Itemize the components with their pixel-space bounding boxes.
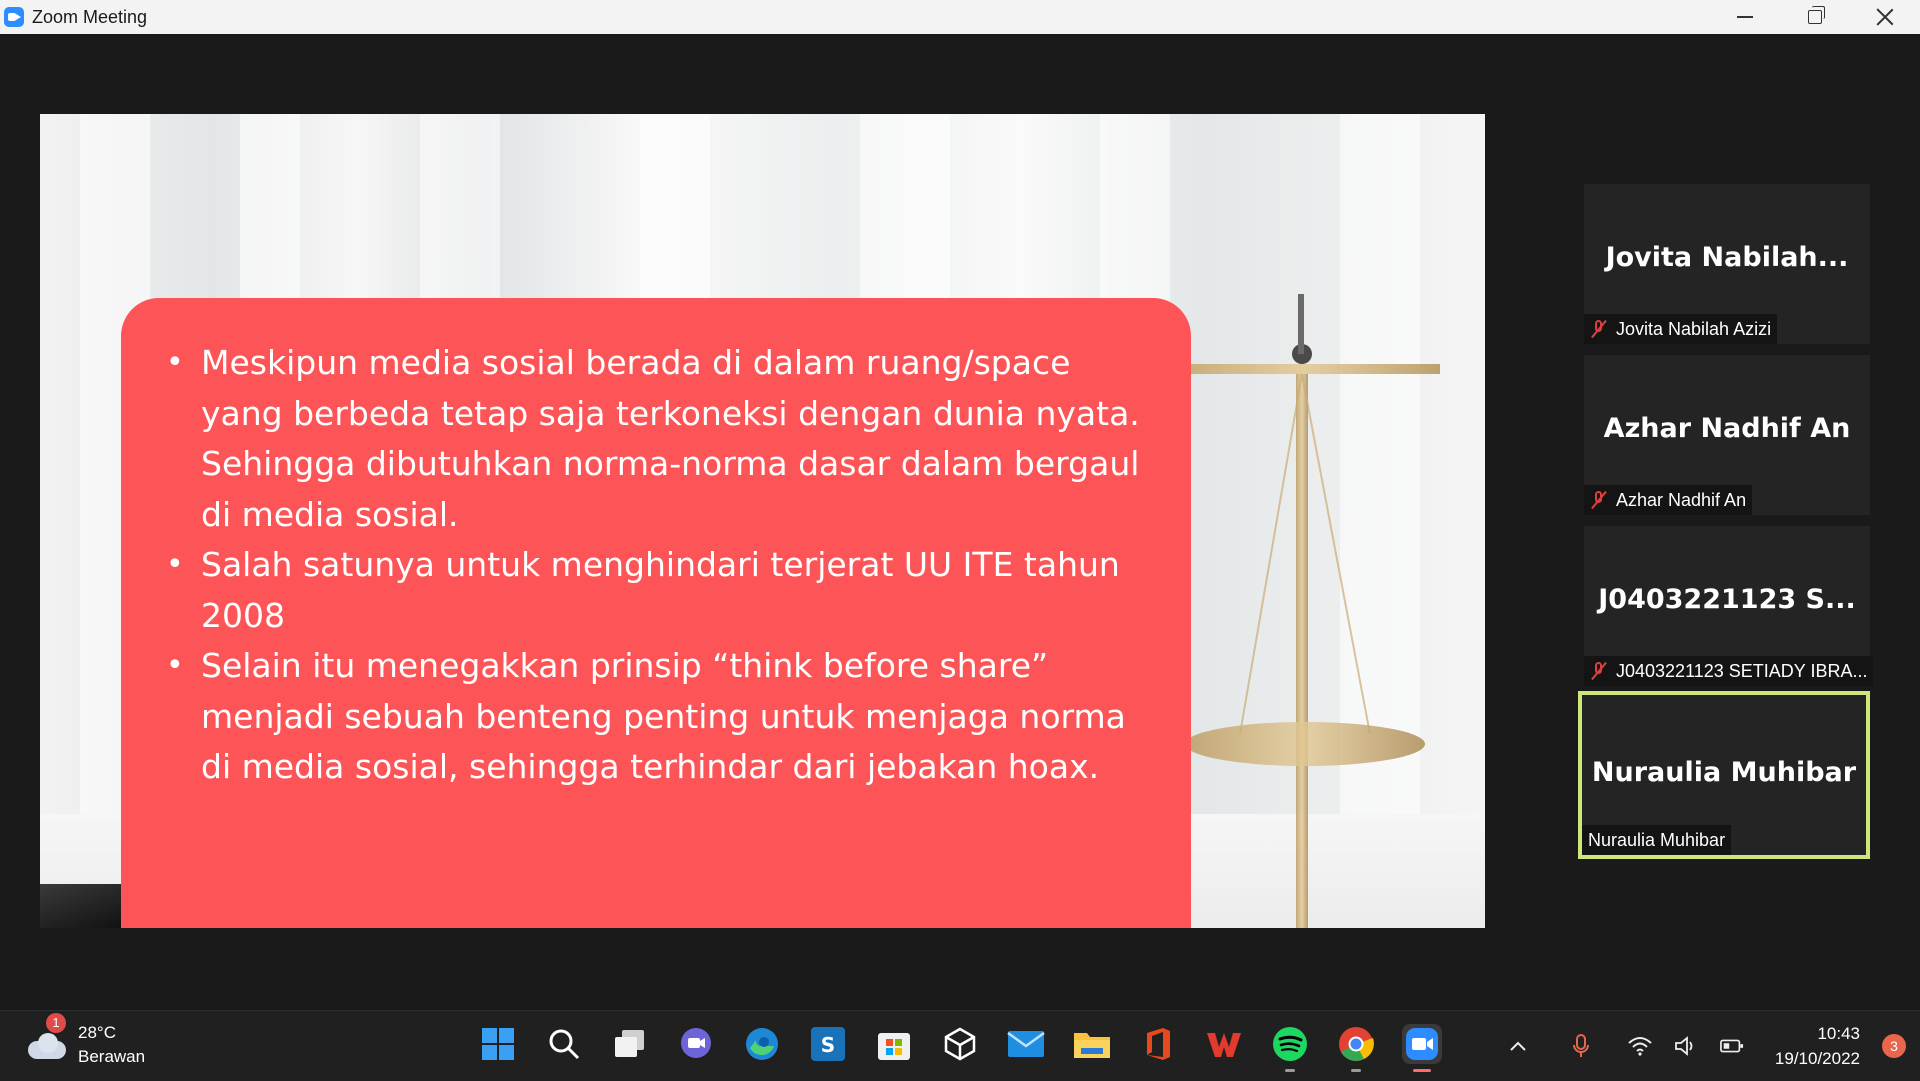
taskbar: 1 28°C Berawan S 10:43 19/10/2022 3	[0, 1010, 1920, 1081]
bullet-list: Meskipun media sosial berada di dalam ru…	[121, 298, 1191, 793]
minimize-button[interactable]	[1710, 0, 1780, 34]
notification-badge[interactable]: 3	[1882, 1034, 1906, 1058]
skype-icon[interactable]: S	[808, 1024, 848, 1064]
active-indicator	[1413, 1069, 1431, 1072]
teams-chat-icon[interactable]	[676, 1024, 716, 1064]
cloud-icon	[28, 1031, 66, 1059]
gavel-shadow	[40, 884, 130, 928]
mic-muted-icon	[1590, 319, 1608, 339]
zoom-icon[interactable]	[1402, 1024, 1442, 1072]
weather-text: 28°C Berawan	[78, 1021, 145, 1069]
shared-screen: Meskipun media sosial berada di dalam ru…	[40, 114, 1485, 928]
participant-label: Nuraulia Muhibar	[1582, 825, 1732, 855]
participant-name: Azhar Nadhif An	[1616, 489, 1747, 510]
task-view-icon[interactable]	[610, 1024, 650, 1064]
clock[interactable]: 10:43 19/10/2022	[1775, 1021, 1860, 1071]
clock-date: 19/10/2022	[1774, 1049, 1860, 1068]
zoom-app-icon	[4, 7, 24, 27]
mic-muted-icon	[1590, 490, 1608, 510]
microphone-icon[interactable]	[1569, 1034, 1593, 1058]
battery-icon[interactable]	[1719, 1034, 1744, 1058]
participant-name: J0403221123 SETIADY IBRA...	[1616, 660, 1868, 681]
svg-text:S: S	[821, 1033, 835, 1057]
running-indicator	[1285, 1069, 1295, 1072]
participant-tile[interactable]: J0403221123 S... J0403221123 SETIADY IBR…	[1584, 526, 1874, 686]
start-icon[interactable]	[478, 1024, 518, 1064]
restore-icon	[1808, 6, 1825, 24]
participant-display-name: J0403221123 S...	[1598, 584, 1856, 615]
bullet-item: Selain itu menegakkan prinsip “think bef…	[166, 641, 1141, 793]
bullet-item: Meskipun media sosial berada di dalam ru…	[166, 338, 1141, 540]
wifi-icon[interactable]	[1628, 1034, 1652, 1058]
spotify-icon[interactable]	[1270, 1024, 1310, 1072]
slide-text-box: Meskipun media sosial berada di dalam ru…	[121, 298, 1191, 928]
justice-scale-image	[1180, 294, 1440, 928]
participant-display-name: Azhar Nadhif An	[1603, 413, 1851, 444]
file-explorer-icon[interactable]	[1072, 1024, 1112, 1064]
chevron-up-icon[interactable]	[1506, 1034, 1530, 1058]
participant-label: Azhar Nadhif An	[1584, 485, 1753, 515]
office-icon[interactable]	[1138, 1024, 1178, 1064]
participant-display-name: Nuraulia Muhibar	[1591, 757, 1857, 788]
weather-badge: 1	[46, 1013, 66, 1033]
edge-icon[interactable]	[742, 1024, 782, 1064]
title-bar: Zoom Meeting	[0, 0, 1920, 34]
close-icon	[1876, 8, 1894, 26]
weather-condition: Berawan	[78, 1047, 146, 1066]
participant-tile-active-speaker[interactable]: Nuraulia Muhibar Nuraulia Muhibar	[1578, 691, 1870, 859]
participant-label: J0403221123 SETIADY IBRA...	[1584, 656, 1874, 686]
close-button[interactable]	[1850, 0, 1920, 34]
running-indicator	[1351, 1069, 1361, 1072]
system-tray: 10:43 19/10/2022	[1495, 1011, 1860, 1081]
search-icon[interactable]	[544, 1024, 584, 1064]
window-title: Zoom Meeting	[32, 6, 148, 27]
mail-icon[interactable]	[1006, 1024, 1046, 1064]
store-icon[interactable]	[874, 1024, 914, 1064]
bullet-item: Salah satunya untuk menghindari terjerat…	[166, 540, 1141, 641]
participant-name: Jovita Nabilah Azizi	[1616, 318, 1772, 339]
clock-time: 10:43	[1817, 1024, 1860, 1043]
minimize-icon	[1737, 16, 1753, 18]
restore-button[interactable]	[1780, 0, 1850, 34]
dev-cube-icon[interactable]	[940, 1024, 980, 1064]
mic-muted-icon	[1590, 661, 1608, 681]
participant-display-name: Jovita Nabilah...	[1605, 242, 1849, 273]
weather-widget[interactable]: 1 28°C Berawan	[28, 1013, 145, 1069]
weather-temp: 28°C	[78, 1023, 116, 1042]
participant-label: Jovita Nabilah Azizi	[1584, 314, 1778, 344]
chrome-icon[interactable]	[1336, 1024, 1376, 1072]
participant-tile[interactable]: Azhar Nadhif An Azhar Nadhif An	[1584, 355, 1870, 515]
participant-name: Nuraulia Muhibar	[1588, 829, 1726, 850]
volume-icon[interactable]	[1674, 1034, 1698, 1058]
participant-tile[interactable]: Jovita Nabilah... Jovita Nabilah Azizi	[1584, 184, 1870, 344]
wps-icon[interactable]	[1204, 1024, 1244, 1064]
